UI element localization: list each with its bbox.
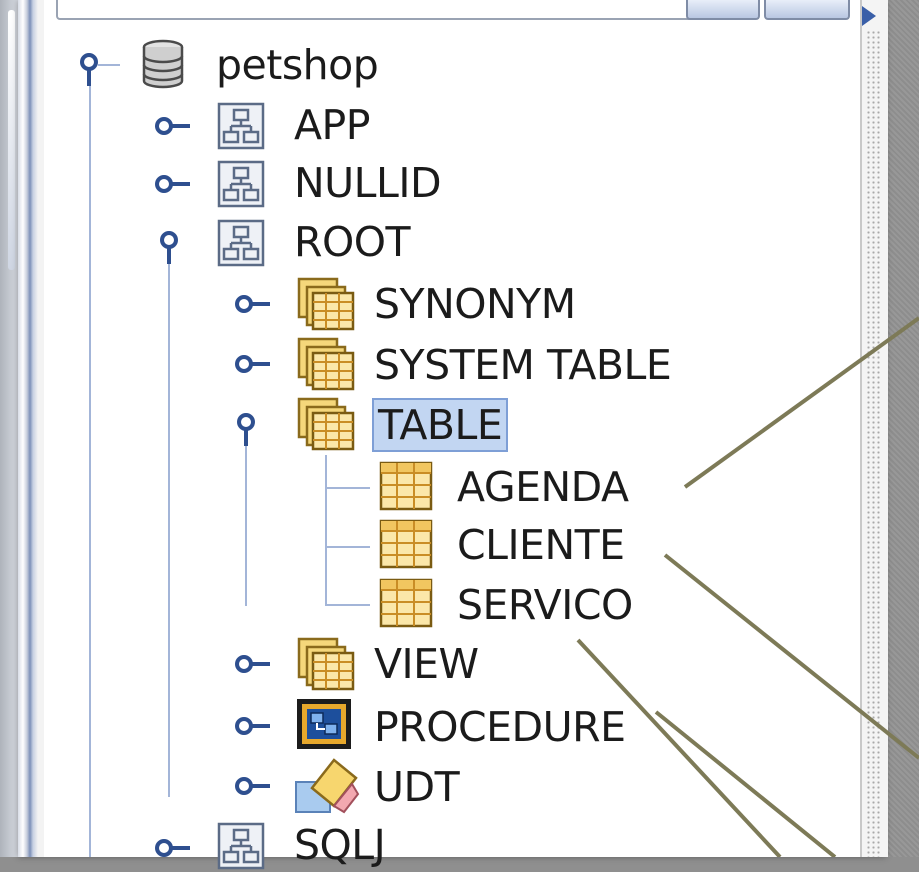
collapsed-toggle-icon[interactable] — [152, 112, 192, 140]
tree-node-procedure[interactable]: PROCEDURE — [374, 700, 626, 754]
tree-node-app[interactable]: APP — [294, 98, 371, 152]
collapsed-toggle-icon[interactable] — [152, 834, 192, 862]
tree-node-cliente[interactable]: CLIENTE — [457, 518, 625, 572]
collapsed-toggle-icon[interactable] — [232, 712, 272, 740]
schema-icon — [217, 219, 265, 267]
node-label: SQLJ — [294, 821, 386, 869]
tree-line-tables — [325, 455, 327, 605]
node-label: CLIENTE — [457, 521, 625, 569]
node-label: SYSTEM TABLE — [374, 341, 672, 389]
tree-line-schema-root — [168, 252, 170, 797]
node-label: ROOT — [294, 218, 411, 266]
node-label: NULLID — [294, 159, 442, 207]
table-folder-icon — [297, 337, 355, 391]
database-tree: petshop APP NULLID ROOT SYNONYM SYSTEM T… — [0, 0, 919, 870]
expanded-toggle-icon[interactable] — [234, 408, 268, 448]
procedure-icon — [297, 699, 351, 749]
tree-line-servico — [325, 604, 370, 606]
schema-icon — [217, 102, 265, 150]
expanded-toggle-icon[interactable] — [155, 226, 189, 266]
database-icon — [142, 39, 184, 89]
tree-node-udt[interactable]: UDT — [374, 760, 460, 814]
tree-node-view[interactable]: VIEW — [374, 637, 479, 691]
table-icon — [379, 578, 433, 628]
tree-node-servico[interactable]: SERVICO — [457, 578, 633, 632]
node-label: VIEW — [374, 640, 479, 688]
tree-line-agenda — [325, 487, 370, 489]
node-label: SYNONYM — [374, 280, 576, 328]
node-label: PROCEDURE — [374, 703, 626, 751]
node-label: AGENDA — [457, 463, 629, 511]
node-label: APP — [294, 101, 371, 149]
tree-node-system-table[interactable]: SYSTEM TABLE — [374, 338, 672, 392]
collapsed-toggle-icon[interactable] — [232, 350, 272, 378]
node-label: TABLE — [372, 398, 509, 452]
udt-icon — [295, 758, 360, 814]
node-label: SERVICO — [457, 581, 633, 629]
expanded-toggle-icon[interactable] — [72, 48, 106, 88]
collapsed-toggle-icon[interactable] — [232, 290, 272, 318]
tree-line-table-folder — [245, 430, 247, 606]
table-icon — [379, 461, 433, 511]
tree-node-synonym[interactable]: SYNONYM — [374, 277, 576, 331]
tree-node-agenda[interactable]: AGENDA — [457, 460, 629, 514]
table-folder-icon — [297, 397, 355, 451]
collapsed-toggle-icon[interactable] — [152, 170, 192, 198]
tree-node-root[interactable]: ROOT — [294, 215, 411, 269]
collapsed-toggle-icon[interactable] — [232, 772, 272, 800]
node-label: petshop — [216, 41, 379, 89]
tree-node-sqlj[interactable]: SQLJ — [294, 818, 386, 872]
tree-node-nullid[interactable]: NULLID — [294, 156, 442, 210]
tree-node-table[interactable]: TABLE — [372, 398, 509, 452]
tree-line-cliente — [325, 546, 370, 548]
schema-icon — [217, 822, 265, 870]
collapsed-toggle-icon[interactable] — [232, 650, 272, 678]
tree-node-petshop[interactable]: petshop — [216, 38, 379, 92]
tree-line-root — [89, 72, 91, 857]
table-folder-icon — [297, 637, 355, 691]
node-label: UDT — [374, 763, 460, 811]
schema-icon — [217, 160, 265, 208]
table-folder-icon — [297, 277, 355, 331]
table-icon — [379, 519, 433, 569]
